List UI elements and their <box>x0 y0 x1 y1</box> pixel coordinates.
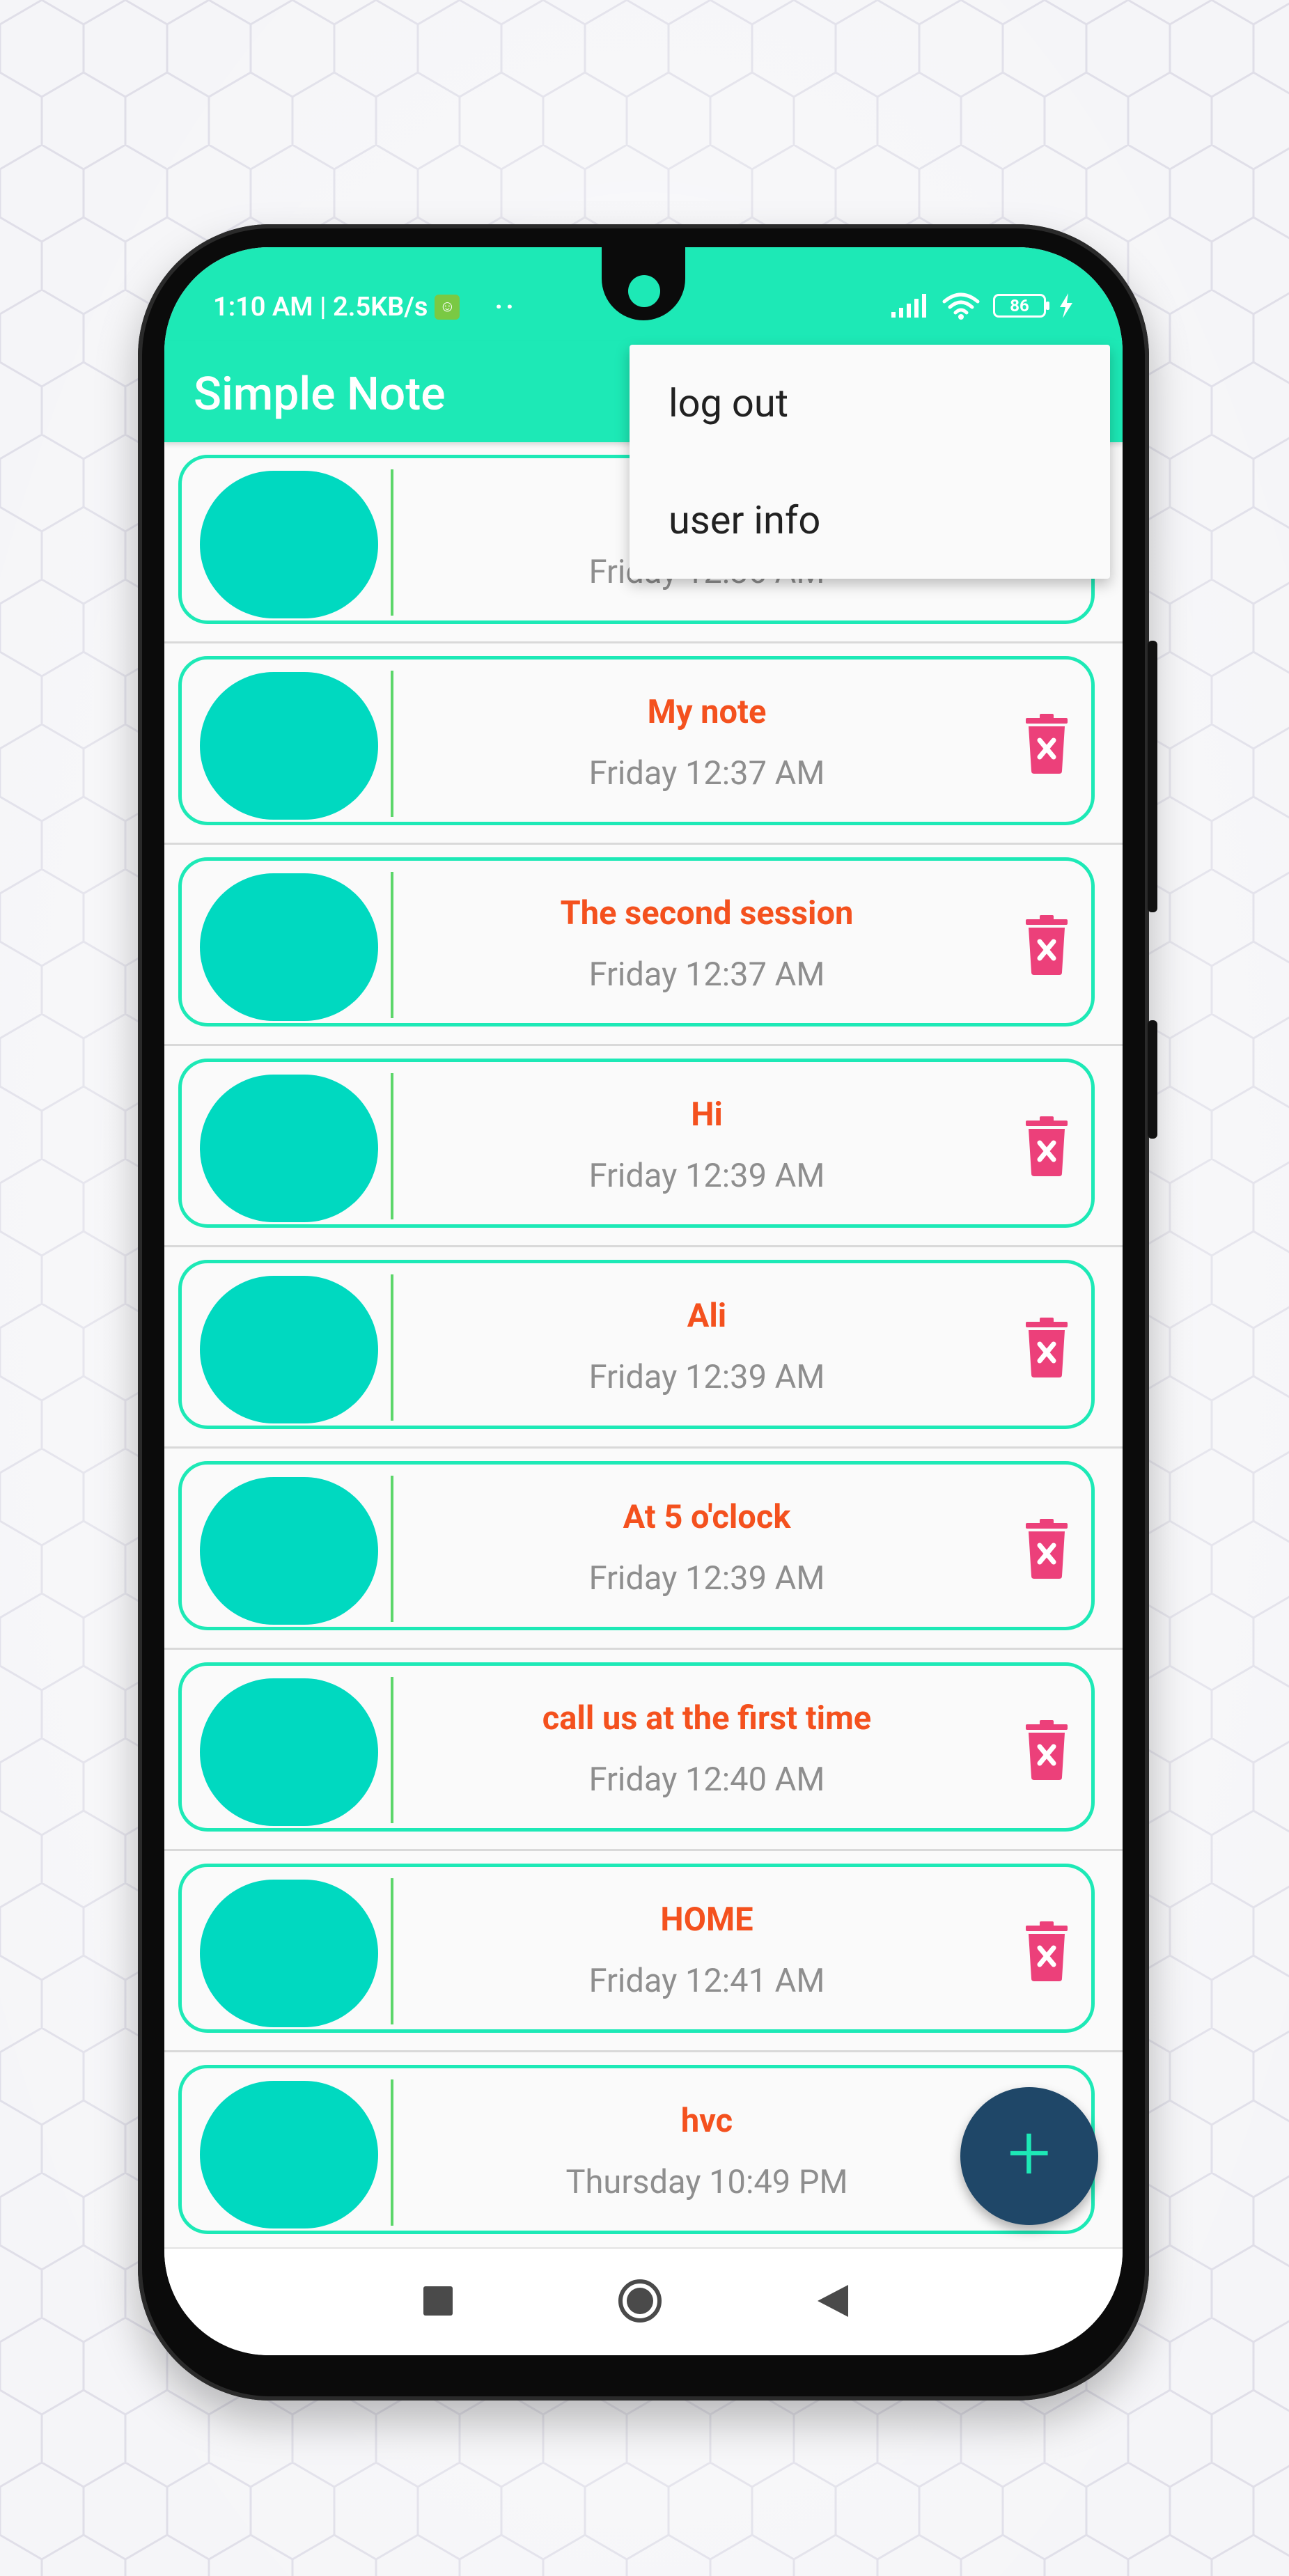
note-title: Ali <box>687 1297 727 1335</box>
menu-item-log-out[interactable]: log out <box>630 345 1110 462</box>
note-title: call us at the first time <box>542 1699 872 1738</box>
note-card[interactable]: HOME Friday 12:41 AM <box>178 1864 1095 2033</box>
delete-trash-icon[interactable] <box>1022 1519 1072 1579</box>
note-title: hvc <box>680 2102 733 2140</box>
navigation-bar <box>164 2247 1123 2355</box>
note-date: Friday 12:37 AM <box>588 754 825 793</box>
status-time-speed: 1:10 AM | 2.5KB/s <box>213 291 428 322</box>
note-avatar <box>200 1678 378 1826</box>
note-title: Hi <box>691 1095 723 1134</box>
back-triangle-icon[interactable] <box>818 2285 848 2317</box>
note-row[interactable]: Ali Friday 12:39 AM <box>164 1247 1123 1449</box>
phone-screen: 1:10 AM | 2.5KB/s ☺ ·· 86 Simple Note My… <box>164 247 1123 2355</box>
note-avatar <box>200 1477 378 1625</box>
overflow-dots: ·· <box>494 290 517 323</box>
notes-list[interactable]: F Friday 12:36 AM My note Friday 12:37 A… <box>164 442 1123 2288</box>
app-notification-icon: ☺ <box>435 294 460 320</box>
charging-icon <box>1060 293 1072 318</box>
note-date: Friday 12:39 AM <box>588 1559 825 1598</box>
power-button <box>1148 1020 1157 1139</box>
note-row[interactable]: HOME Friday 12:41 AM <box>164 1851 1123 2052</box>
add-note-button[interactable]: + <box>960 2087 1098 2225</box>
note-title: The second session <box>560 894 854 932</box>
app-title: Simple Note <box>194 368 446 421</box>
note-avatar <box>200 672 378 820</box>
wifi-icon <box>942 292 980 320</box>
note-date: Friday 12:39 AM <box>588 1358 825 1396</box>
delete-trash-icon[interactable] <box>1022 714 1072 774</box>
delete-trash-icon[interactable] <box>1022 915 1072 975</box>
delete-trash-icon[interactable] <box>1022 1318 1072 1377</box>
status-left: 1:10 AM | 2.5KB/s ☺ ·· <box>213 290 517 323</box>
home-circle-icon[interactable] <box>617 2278 663 2324</box>
note-card[interactable]: hvc Thursday 10:49 PM <box>178 2065 1095 2234</box>
signal-icon <box>891 294 926 318</box>
status-right: 86 <box>891 292 1074 320</box>
menu-item-user-info[interactable]: user info <box>630 462 1110 579</box>
note-row[interactable]: call us at the first time Friday 12:40 A… <box>164 1650 1123 1851</box>
note-row[interactable]: My note Friday 12:37 AM <box>164 643 1123 845</box>
battery-icon: 86 <box>993 294 1049 318</box>
note-card[interactable]: At 5 o'clock Friday 12:39 AM <box>178 1461 1095 1630</box>
note-date: Friday 12:39 AM <box>588 1157 825 1195</box>
note-card[interactable]: Hi Friday 12:39 AM <box>178 1059 1095 1228</box>
note-row[interactable]: At 5 o'clock Friday 12:39 AM <box>164 1449 1123 1650</box>
note-date: Friday 12:40 AM <box>588 1761 825 1799</box>
front-camera <box>628 275 660 307</box>
note-date: Friday 12:37 AM <box>588 955 825 994</box>
note-date: Friday 12:41 AM <box>588 1962 825 2000</box>
note-title: HOME <box>660 1900 753 1939</box>
delete-trash-icon[interactable] <box>1022 1921 1072 1981</box>
note-avatar <box>200 1075 378 1222</box>
note-card[interactable]: Ali Friday 12:39 AM <box>178 1260 1095 1429</box>
note-avatar <box>200 1276 378 1423</box>
note-avatar <box>200 2081 378 2228</box>
note-avatar <box>200 1880 378 2027</box>
battery-level: 86 <box>1010 296 1029 315</box>
note-card[interactable]: My note Friday 12:37 AM <box>178 656 1095 825</box>
note-row[interactable]: The second session Friday 12:37 AM <box>164 845 1123 1046</box>
note-card[interactable]: call us at the first time Friday 12:40 A… <box>178 1662 1095 1832</box>
note-avatar <box>200 873 378 1021</box>
delete-trash-icon[interactable] <box>1022 1720 1072 1780</box>
delete-trash-icon[interactable] <box>1022 1116 1072 1176</box>
note-title: My note <box>647 693 767 731</box>
note-title: At 5 o'clock <box>623 1498 791 1536</box>
volume-button <box>1148 641 1157 912</box>
note-card[interactable]: The second session Friday 12:37 AM <box>178 857 1095 1027</box>
note-avatar <box>200 471 378 618</box>
note-date: Thursday 10:49 PM <box>565 2163 848 2201</box>
overflow-menu: log out user info <box>630 345 1110 579</box>
recents-square-icon[interactable] <box>423 2286 453 2316</box>
note-row[interactable]: Hi Friday 12:39 AM <box>164 1046 1123 1247</box>
